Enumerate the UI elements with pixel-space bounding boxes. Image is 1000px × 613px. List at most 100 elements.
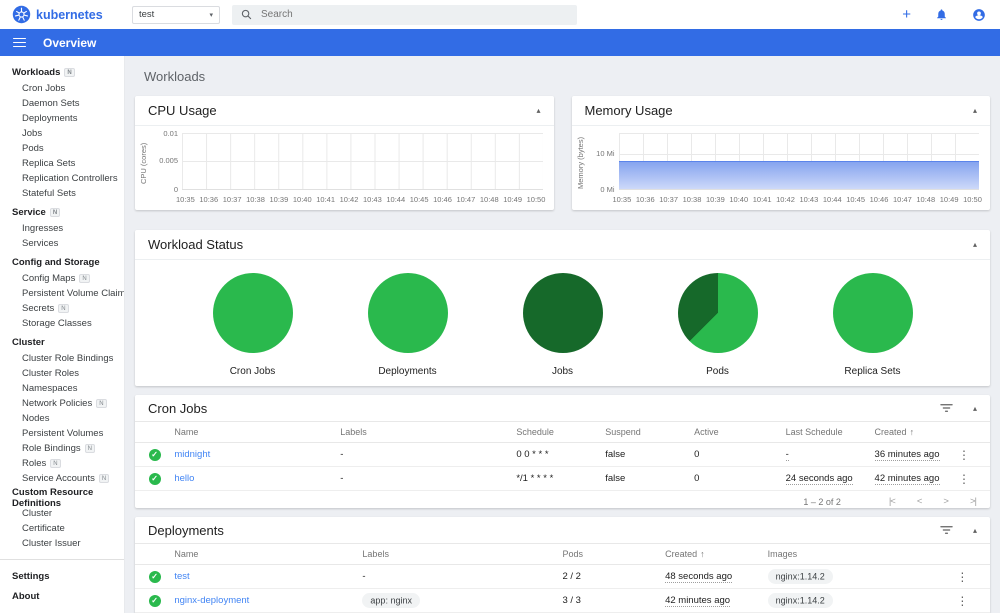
- column-header-name[interactable]: Name: [174, 421, 341, 443]
- page-breadcrumb-title: Overview: [43, 35, 97, 50]
- sidebar-nav: Workloads N Cron Jobs Daemon Sets Deploy…: [0, 56, 125, 613]
- sidebar-item-config-and-storage[interactable]: Config and Storage: [0, 254, 124, 271]
- sidebar-item[interactable]: Role Bindings N: [0, 441, 124, 456]
- column-header-images[interactable]: Images: [767, 543, 953, 565]
- column-header-labels[interactable]: Labels: [362, 543, 563, 565]
- actions-column-header: [954, 421, 990, 443]
- collapse-icon[interactable]: ▴: [973, 526, 977, 535]
- sidebar-item-cluster[interactable]: Cluster: [0, 334, 124, 351]
- status-column-header: [135, 543, 175, 565]
- cluster-items: Cluster Role Bindings Cluster Roles Name…: [0, 351, 124, 486]
- column-header-name[interactable]: Name: [174, 543, 363, 565]
- sidebar-item-workloads[interactable]: Workloads N: [0, 64, 124, 81]
- sidebar-item[interactable]: About: [0, 588, 124, 605]
- sidebar-item[interactable]: Daemon Sets: [0, 96, 124, 111]
- sidebar-item[interactable]: Settings: [0, 568, 124, 585]
- x-tick-label: 10:50: [963, 195, 982, 204]
- column-header-last-schedule[interactable]: Last Schedule: [785, 421, 875, 443]
- sidebar-item[interactable]: Nodes: [0, 411, 124, 426]
- config-storage-items: Config Maps N Persistent Volume Claims N…: [0, 271, 124, 331]
- labels-cell: -: [362, 571, 366, 582]
- sidebar-item[interactable]: Replication Controllers: [0, 171, 124, 186]
- account-circle-icon[interactable]: [972, 8, 986, 22]
- main-content: Workloads CPU Usage ▴ CPU (cores) 0.01 0…: [125, 56, 1000, 613]
- column-header-pods[interactable]: Pods: [562, 543, 666, 565]
- column-header-schedule[interactable]: Schedule: [516, 421, 606, 443]
- prev-page-icon[interactable]: <: [917, 496, 922, 507]
- deployment-link[interactable]: nginx-deployment: [174, 595, 249, 606]
- column-header-suspend[interactable]: Suspend: [605, 421, 695, 443]
- sidebar-item[interactable]: Persistent Volumes: [0, 426, 124, 441]
- deployment-row[interactable]: ✓ test - 2 / 2 48 seconds ago nginx:1.14…: [135, 564, 990, 589]
- sidebar-item[interactable]: Roles N: [0, 456, 124, 471]
- workload-pie[interactable]: Jobs: [522, 273, 603, 377]
- namespaced-badge: N: [96, 399, 107, 408]
- sidebar-item[interactable]: Deployments: [0, 111, 124, 126]
- sidebar-item[interactable]: Cron Jobs: [0, 81, 124, 96]
- sidebar-item[interactable]: Services: [0, 236, 124, 251]
- deployment-row[interactable]: ✓ nginx-deployment app: nginx 3 / 3 42 m…: [135, 588, 990, 613]
- column-header-labels[interactable]: Labels: [340, 421, 517, 443]
- sidebar-item[interactable]: Cluster Issuer: [0, 536, 124, 551]
- sidebar-item[interactable]: Ingresses: [0, 221, 124, 236]
- sidebar-item[interactable]: Cluster Roles: [0, 366, 124, 381]
- column-header-created[interactable]: Created ↑: [874, 421, 955, 443]
- sidebar-item[interactable]: Certificate: [0, 521, 124, 536]
- sidebar-item[interactable]: Replica Sets: [0, 156, 124, 171]
- search-input[interactable]: [261, 9, 568, 20]
- x-tick-label: 10:43: [363, 195, 382, 204]
- sort-ascending-icon: ↑: [700, 549, 705, 559]
- kebab-menu-icon[interactable]: ⋮: [954, 448, 974, 462]
- x-tick-label: 10:48: [916, 195, 936, 204]
- kebab-menu-icon[interactable]: ⋮: [952, 570, 972, 584]
- deployment-link[interactable]: test: [174, 571, 189, 582]
- cron-job-row[interactable]: ✓ hello - */1 * * * * false 0 24 seconds…: [135, 466, 990, 491]
- sidebar-item[interactable]: Namespaces: [0, 381, 124, 396]
- sidebar-item[interactable]: Secrets N: [0, 301, 124, 316]
- menu-hamburger-icon[interactable]: [13, 37, 26, 48]
- cron-job-row[interactable]: ✓ midnight - 0 0 * * * false 0 - 36 minu…: [135, 442, 990, 467]
- cron-job-link[interactable]: hello: [174, 473, 194, 484]
- collapse-icon[interactable]: ▴: [973, 404, 977, 413]
- created-cell: 48 seconds ago: [665, 571, 733, 583]
- kubernetes-dashboard: kubernetes test ▾ + Overview: [0, 0, 1000, 613]
- sidebar-item-custom-resource-definitions[interactable]: Custom Resource Definitions: [0, 487, 124, 509]
- sidebar-item[interactable]: Network Policies N: [0, 396, 124, 411]
- sidebar-item[interactable]: Stateful Sets: [0, 186, 124, 201]
- service-items: Ingresses Services: [0, 221, 124, 251]
- workload-pie[interactable]: Replica Sets: [832, 273, 913, 377]
- created-cell: 42 minutes ago: [874, 473, 940, 485]
- active-cell: 0: [694, 442, 786, 467]
- collapse-icon[interactable]: ▴: [536, 106, 540, 115]
- sidebar-item[interactable]: Service Accounts N: [0, 471, 124, 486]
- kebab-menu-icon[interactable]: ⋮: [954, 472, 974, 486]
- next-page-icon[interactable]: >: [943, 496, 948, 507]
- last-page-icon[interactable]: >|: [970, 496, 977, 507]
- sidebar-item[interactable]: Pods: [0, 141, 124, 156]
- kubernetes-logo[interactable]: kubernetes: [12, 5, 122, 24]
- collapse-icon[interactable]: ▴: [973, 106, 977, 115]
- column-header-active[interactable]: Active: [694, 421, 786, 443]
- workload-pie[interactable]: Deployments: [367, 273, 448, 377]
- first-page-icon[interactable]: |<: [889, 496, 896, 507]
- sidebar-item[interactable]: Jobs: [0, 126, 124, 141]
- workload-pie[interactable]: Cron Jobs: [212, 273, 293, 377]
- workload-pie[interactable]: Pods: [677, 273, 758, 377]
- sidebar-item-service[interactable]: Service N: [0, 204, 124, 221]
- cron-job-link[interactable]: midnight: [174, 449, 210, 460]
- collapse-icon[interactable]: ▴: [973, 240, 977, 249]
- sidebar-item[interactable]: Persistent Volume Claims N: [0, 286, 124, 301]
- notifications-bell-icon[interactable]: [935, 8, 948, 21]
- sidebar-item[interactable]: Storage Classes: [0, 316, 124, 331]
- workload-status-card: Workload Status ▴ Cron Jobs Deployments …: [135, 230, 990, 386]
- search-bar[interactable]: [232, 4, 577, 25]
- kebab-menu-icon[interactable]: ⋮: [952, 594, 972, 608]
- column-header-created[interactable]: Created ↑: [665, 543, 768, 565]
- namespace-selector[interactable]: test ▾: [132, 5, 220, 24]
- create-resource-button[interactable]: +: [902, 7, 911, 22]
- sidebar-item[interactable]: Cluster Role Bindings: [0, 351, 124, 366]
- filter-icon[interactable]: [940, 525, 953, 535]
- workload-status-title: Workload Status: [148, 237, 244, 252]
- filter-icon[interactable]: [940, 403, 953, 413]
- sidebar-item[interactable]: Config Maps N: [0, 271, 124, 286]
